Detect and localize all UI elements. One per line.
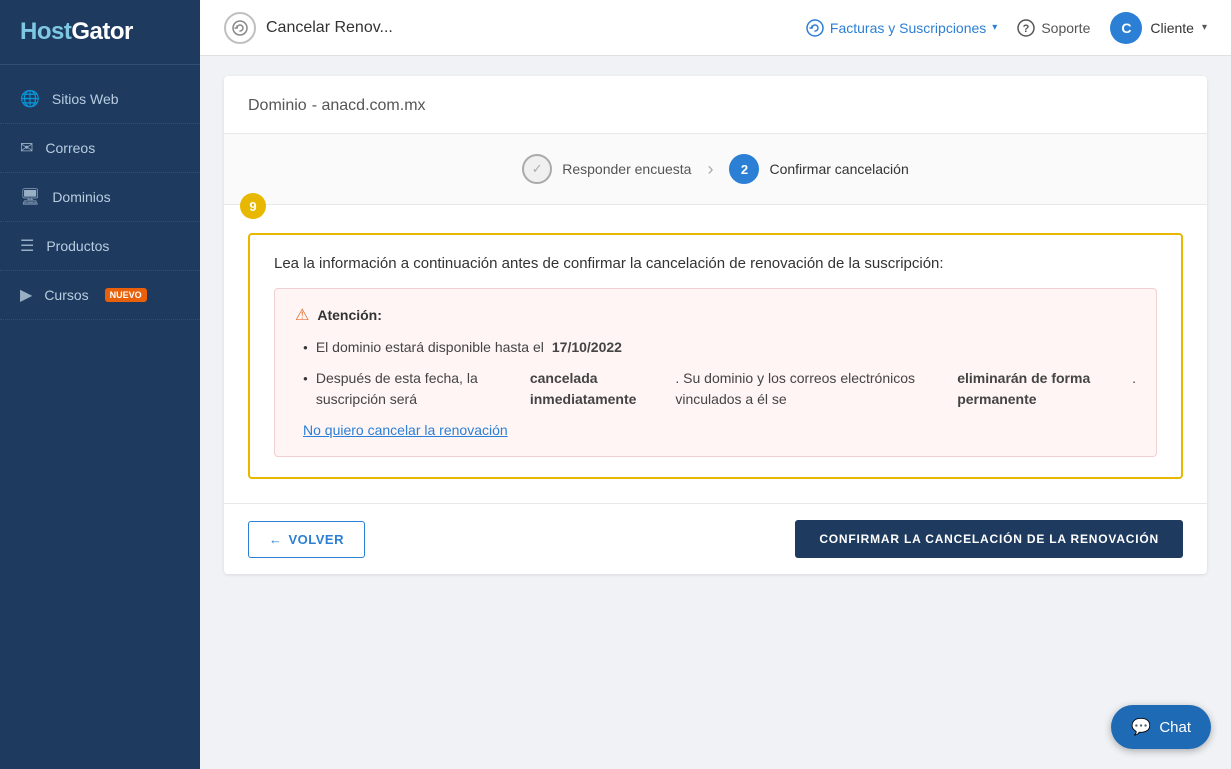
sidebar-item-label: Dominios <box>52 189 110 205</box>
topbar: Cancelar Renov... Facturas y Suscripcion… <box>200 0 1231 56</box>
topbar-title: Cancelar Renov... <box>266 19 393 37</box>
soporte-label: Soporte <box>1041 20 1090 36</box>
chat-icon: 💬 <box>1131 717 1151 737</box>
logo: HostGator <box>0 0 200 65</box>
sidebar-item-sitios-web[interactable]: 🌐 Sitios Web <box>0 75 200 124</box>
facturacion-label: Facturas y Suscripciones <box>830 20 986 36</box>
info-box: Lea la información a continuación antes … <box>248 233 1183 479</box>
card-body: 9 Lea la información a continuación ante… <box>224 205 1207 503</box>
content-area: Dominio - anacd.com.mx ✓ Responder encue… <box>200 56 1231 769</box>
sidebar-item-label: Sitios Web <box>52 91 119 107</box>
main-card: Dominio - anacd.com.mx ✓ Responder encue… <box>224 76 1207 574</box>
chat-label: Chat <box>1159 719 1191 736</box>
user-menu[interactable]: C Cliente ▾ <box>1110 12 1207 44</box>
courses-icon: ▶ <box>20 285 32 305</box>
back-button[interactable]: ← VOLVER <box>248 521 365 558</box>
back-label: VOLVER <box>289 532 345 547</box>
logo-text: HostGator <box>20 18 180 46</box>
user-name: Cliente <box>1150 20 1194 36</box>
domain-icon: 🖥 <box>20 187 40 207</box>
nuevo-badge: NUEVO <box>105 288 147 302</box>
step-2-circle: 2 <box>729 154 759 184</box>
sidebar-item-label: Cursos <box>44 287 88 303</box>
domain-name: anacd.com.mx <box>321 97 425 114</box>
card-header: Dominio - anacd.com.mx <box>224 76 1207 134</box>
topbar-left: Cancelar Renov... <box>224 12 393 44</box>
support-link[interactable]: ? Soporte <box>1017 19 1090 37</box>
attention-box: ⚠ Atención: El dominio estará disponible… <box>274 288 1157 457</box>
attention-header: ⚠ Atención: <box>295 305 1136 325</box>
warning-badge: 9 <box>240 193 266 219</box>
user-chevron-icon: ▾ <box>1202 22 1207 33</box>
card-header-title: Dominio - anacd.com.mx <box>248 94 426 114</box>
sidebar-item-label: Productos <box>46 238 109 254</box>
list-item: El dominio estará disponible hasta el 17… <box>303 337 1136 358</box>
renew-icon <box>224 12 256 44</box>
attention-title: Atención: <box>317 307 382 323</box>
chevron-down-icon: ▾ <box>992 22 997 33</box>
sidebar-item-productos[interactable]: ☰ Productos <box>0 222 200 271</box>
facturacion-link[interactable]: Facturas y Suscripciones ▾ <box>806 19 997 37</box>
arrow-left-icon: ← <box>269 532 283 547</box>
mail-icon: ✉ <box>20 138 33 158</box>
step-2-label: Confirmar cancelación <box>769 161 908 177</box>
list-item: Después de esta fecha, la suscripción se… <box>303 368 1136 410</box>
attention-list: El dominio estará disponible hasta el 17… <box>303 337 1136 410</box>
main-content: Cancelar Renov... Facturas y Suscripcion… <box>200 0 1231 769</box>
step-2: 2 Confirmar cancelación <box>729 154 908 184</box>
sidebar-item-correos[interactable]: ✉ Correos <box>0 124 200 173</box>
sidebar-nav: 🌐 Sitios Web ✉ Correos 🖥 Dominios ☰ Prod… <box>0 65 200 320</box>
domain-label: Dominio <box>248 97 307 114</box>
confirm-button[interactable]: CONFIRMAR LA CANCELACIÓN DE LA RENOVACIÓ… <box>795 520 1183 558</box>
step-1-circle: ✓ <box>522 154 552 184</box>
info-box-title: Lea la información a continuación antes … <box>274 255 1157 272</box>
steps-bar: ✓ Responder encuesta › 2 Confirmar cance… <box>224 134 1207 205</box>
warning-triangle-icon: ⚠ <box>295 305 309 325</box>
sidebar-item-dominios[interactable]: 🖥 Dominios <box>0 173 200 222</box>
avatar: C <box>1110 12 1142 44</box>
card-footer: ← VOLVER CONFIRMAR LA CANCELACIÓN DE LA … <box>224 503 1207 574</box>
topbar-right: Facturas y Suscripciones ▾ ? Soporte C C… <box>806 12 1207 44</box>
chat-button[interactable]: 💬 Chat <box>1111 705 1211 749</box>
sidebar-item-label: Correos <box>45 140 95 156</box>
sidebar: HostGator 🌐 Sitios Web ✉ Correos 🖥 Domin… <box>0 0 200 769</box>
step-divider: › <box>707 159 713 180</box>
step-1-label: Responder encuesta <box>562 161 691 177</box>
products-icon: ☰ <box>20 236 34 256</box>
svg-text:?: ? <box>1023 23 1030 35</box>
step-1: ✓ Responder encuesta <box>522 154 691 184</box>
no-cancel-link[interactable]: No quiero cancelar la renovación <box>303 422 508 438</box>
sidebar-item-cursos[interactable]: ▶ Cursos NUEVO <box>0 271 200 320</box>
globe-icon: 🌐 <box>20 89 40 109</box>
